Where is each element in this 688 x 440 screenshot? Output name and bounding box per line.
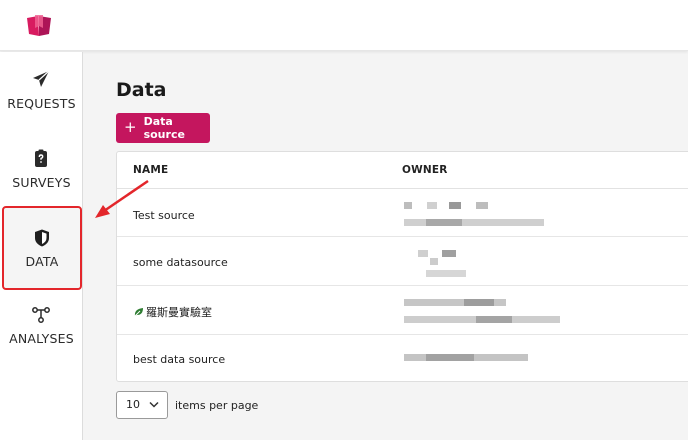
- table-row[interactable]: Test source: [117, 189, 688, 237]
- main-content: Data + Data source NAME OWNER Test sourc…: [84, 52, 688, 440]
- row-name[interactable]: 羅斯曼實驗室: [133, 304, 212, 320]
- paper-plane-icon: [33, 70, 50, 87]
- page-title: Data: [116, 79, 167, 101]
- sidebar-item-data[interactable]: DATA: [2, 206, 82, 290]
- network-icon: [32, 307, 50, 323]
- add-data-source-button[interactable]: + Data source: [116, 113, 210, 143]
- chevron-down-icon: [149, 401, 159, 408]
- clipboard-question-icon: [35, 149, 47, 167]
- sidebar-item-requests[interactable]: REQUESTS: [0, 66, 83, 146]
- owner-redacted: [404, 248, 564, 286]
- logo-icon[interactable]: [26, 14, 52, 38]
- column-header-name[interactable]: NAME: [133, 164, 168, 176]
- sidebar-item-label: REQUESTS: [7, 96, 76, 111]
- top-bar: [0, 0, 688, 51]
- sidebar-item-analyses[interactable]: ANALYSES: [0, 302, 83, 382]
- table-row[interactable]: some datasource: [117, 238, 688, 286]
- owner-redacted: [404, 348, 564, 386]
- table-row[interactable]: 羅斯曼實驗室: [117, 287, 688, 335]
- row-name-text: 羅斯曼實驗室: [146, 306, 212, 319]
- data-sources-table: NAME OWNER Test source some datasource 羅…: [116, 151, 688, 382]
- plus-icon: +: [124, 117, 137, 136]
- column-header-owner[interactable]: OWNER: [402, 164, 448, 176]
- sidebar-item-label: ANALYSES: [9, 331, 74, 346]
- owner-redacted: [404, 297, 564, 335]
- sidebar: REQUESTS SURVEYS DATA ANALYSES: [0, 52, 83, 440]
- row-name[interactable]: best data source: [133, 353, 225, 366]
- sidebar-item-label: DATA: [25, 254, 59, 269]
- row-name[interactable]: some datasource: [133, 256, 228, 269]
- sidebar-item-label: SURVEYS: [12, 175, 71, 190]
- owner-redacted: [404, 199, 564, 237]
- leaf-icon: [134, 308, 143, 317]
- add-data-source-label: Data source: [143, 115, 185, 141]
- table-row[interactable]: best data source: [117, 336, 688, 384]
- items-per-page-label: items per page: [175, 399, 259, 412]
- row-name[interactable]: Test source: [133, 209, 195, 222]
- shield-icon: [35, 229, 49, 247]
- items-per-page-select[interactable]: 10: [116, 391, 168, 419]
- items-per-page-value: 10: [126, 398, 140, 411]
